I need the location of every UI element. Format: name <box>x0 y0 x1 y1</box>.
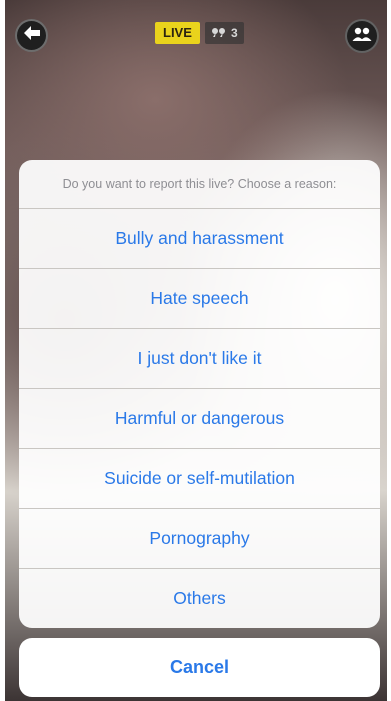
cancel-button[interactable]: Cancel <box>19 638 380 697</box>
viewer-count-badge: 3 <box>205 22 244 44</box>
report-option-pornography[interactable]: Pornography <box>19 509 380 569</box>
viewers-icon <box>211 22 227 44</box>
report-option-hate-speech[interactable]: Hate speech <box>19 269 380 329</box>
arrow-left-icon <box>23 25 41 46</box>
report-option-others[interactable]: Others <box>19 569 380 628</box>
live-badge: LIVE <box>155 22 200 44</box>
report-action-sheet: Do you want to report this live? Choose … <box>19 160 380 628</box>
back-button[interactable] <box>15 19 48 52</box>
viewer-count: 3 <box>231 26 238 40</box>
people-icon <box>352 26 372 47</box>
top-bar: LIVE 3 <box>5 0 387 70</box>
viewers-list-button[interactable] <box>345 19 379 53</box>
report-option-dont-like[interactable]: I just don't like it <box>19 329 380 389</box>
live-video-background: LIVE 3 Do you want to report this live? … <box>5 0 387 701</box>
report-option-bully[interactable]: Bully and harassment <box>19 209 380 269</box>
report-option-harmful[interactable]: Harmful or dangerous <box>19 389 380 449</box>
report-option-suicide[interactable]: Suicide or self-mutilation <box>19 449 380 509</box>
report-sheet-title: Do you want to report this live? Choose … <box>19 160 380 209</box>
